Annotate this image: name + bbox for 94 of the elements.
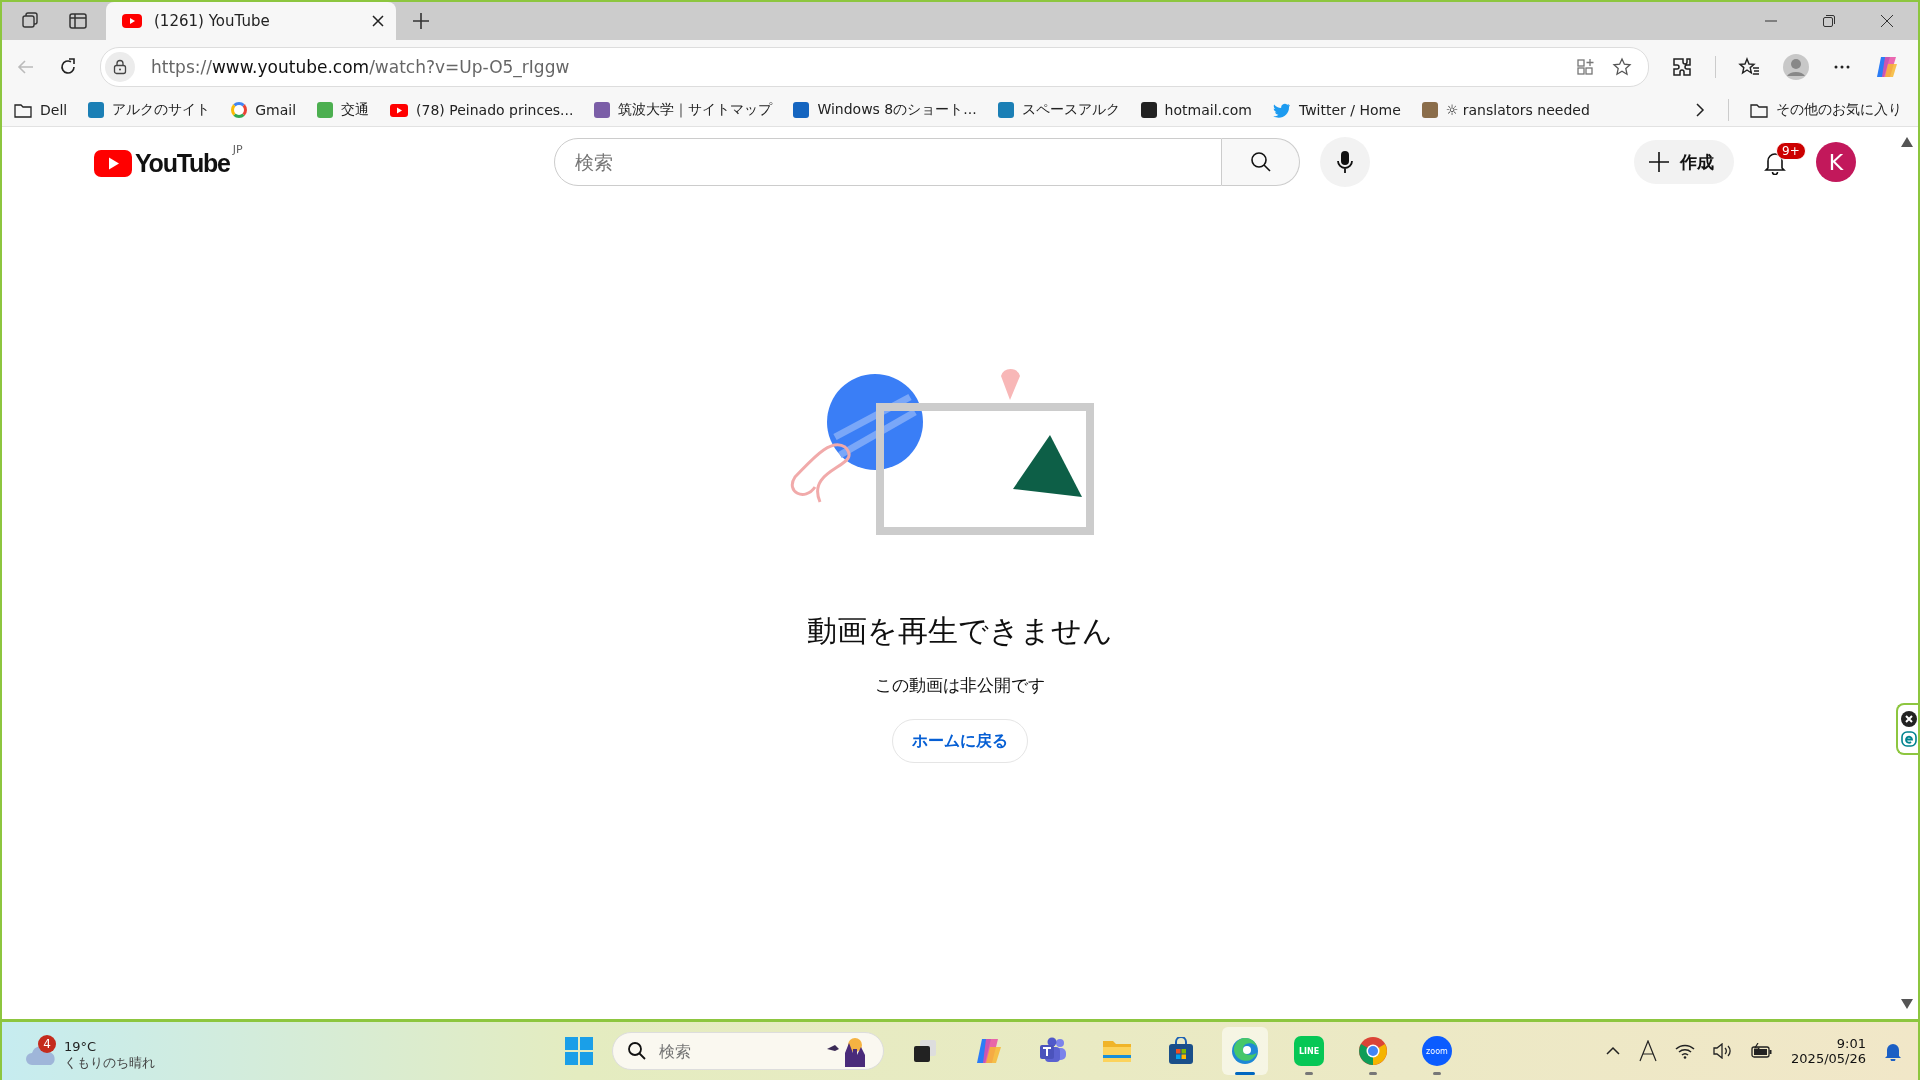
close-tab-icon[interactable] <box>372 15 384 27</box>
video-app-logo: zoom <box>1422 1036 1452 1066</box>
clock[interactable]: 9:01 2025/05/26 <box>1791 1036 1866 1066</box>
copilot-icon[interactable] <box>1874 54 1900 80</box>
logo-text: YouTube <box>135 149 230 178</box>
bookmark-label: hotmail.com <box>1164 102 1252 118</box>
favorite-star-icon[interactable] <box>1612 57 1632 77</box>
search-field[interactable]: 検索 <box>554 138 1222 186</box>
region-code: JP <box>232 143 243 156</box>
close-icon[interactable] <box>1881 15 1893 27</box>
scroll-down-icon[interactable] <box>1901 999 1913 1009</box>
wifi-icon[interactable] <box>1675 1043 1696 1059</box>
bookmark-label: その他のお気に入り <box>1776 101 1902 119</box>
account-avatar[interactable]: K <box>1816 142 1856 182</box>
bookmark-item[interactable]: アルクのサイト <box>88 101 211 119</box>
battery-charging-icon[interactable] <box>1751 1043 1774 1059</box>
refresh-icon[interactable] <box>58 57 78 77</box>
site-favicon-icon <box>1421 102 1438 118</box>
error-title: 動画を再生できません <box>807 612 1113 650</box>
letter-a-icon[interactable] <box>1639 1040 1658 1062</box>
bookmark-item[interactable]: Gmail <box>231 102 297 118</box>
youtube-favicon-icon <box>122 14 142 28</box>
edge-browser-icon <box>1230 1036 1260 1066</box>
tab-title: (1261) YouTube <box>154 12 271 30</box>
site-favicon-icon <box>997 102 1014 118</box>
microphone-icon <box>1336 150 1354 174</box>
bookmark-item[interactable]: 交通 <box>317 101 370 119</box>
weather-alert-badge: 4 <box>38 1035 56 1053</box>
weather-widget[interactable]: 4 19°C くもりのち晴れ <box>24 1030 155 1072</box>
temperature-text: 19°C <box>64 1038 98 1054</box>
close-icon[interactable] <box>1901 711 1917 727</box>
error-message: この動画は非公開です <box>875 674 1045 697</box>
chevron-right-icon[interactable] <box>1693 102 1707 118</box>
profile-avatar-icon[interactable] <box>1782 53 1810 81</box>
copilot-icon <box>974 1037 1004 1065</box>
weather-condition-text: くもりのち晴れ <box>64 1053 155 1072</box>
site-favicon-icon <box>317 102 334 118</box>
bird-icon <box>1272 102 1291 118</box>
bookmark-label: Gmail <box>255 102 297 118</box>
plus-icon <box>1648 151 1670 173</box>
bookmark-label: Dell <box>40 102 68 118</box>
other-favorites-item[interactable]: その他のお気に入り <box>1750 101 1902 119</box>
address-bar[interactable]: https://www.youtube.com/watch?v=Up-O5_rIggw <box>100 47 1649 87</box>
site-favicon-icon <box>1140 102 1157 118</box>
sidebar-tabs-icon[interactable] <box>68 11 88 31</box>
extensions-icon[interactable] <box>1671 56 1693 78</box>
date-text: 2025/05/26 <box>1791 1051 1866 1066</box>
play-button-icon <box>390 103 409 117</box>
new-tab-icon[interactable] <box>412 12 430 30</box>
url-text: https://www.youtube.com/watch?v=Up-O5_rIggw <box>151 57 570 77</box>
create-button[interactable]: 作成 <box>1634 140 1734 184</box>
bookmark-item[interactable]: Twitter / Home <box>1272 102 1401 118</box>
windows-start-icon[interactable] <box>564 1036 594 1066</box>
letter-e-icon[interactable] <box>1901 731 1917 747</box>
site-favicon-icon <box>594 102 611 118</box>
people-icon <box>1038 1037 1068 1065</box>
speaker-icon[interactable] <box>1713 1043 1734 1059</box>
app-add-icon[interactable] <box>1576 57 1596 77</box>
favorites-icon[interactable] <box>1738 56 1760 78</box>
taskbar-search-bar[interactable]: 検索 <box>612 1032 884 1070</box>
browser-tab[interactable]: (1261) YouTube <box>106 2 396 40</box>
site-favicon-icon <box>88 102 105 118</box>
home-button[interactable]: ホームに戻る <box>892 719 1028 763</box>
play-button-icon <box>94 150 132 177</box>
bookmark-item[interactable]: hotmail.com <box>1140 102 1252 118</box>
shopping-bag-icon <box>1167 1037 1195 1065</box>
voice-search-button[interactable] <box>1320 137 1370 187</box>
bookmark-item[interactable]: Dell <box>14 102 68 118</box>
google-g-icon <box>231 102 248 118</box>
workspaces-icon[interactable] <box>20 11 40 31</box>
search-input-field[interactable]: 検索 <box>657 1040 815 1062</box>
bookmark-label: Twitter / Home <box>1298 102 1401 118</box>
chrome-browser-icon <box>1358 1036 1388 1066</box>
folder-icon <box>1102 1038 1132 1064</box>
search-icon <box>627 1041 647 1061</box>
search-icon <box>1248 150 1273 174</box>
folder-icon <box>1750 102 1768 118</box>
bookmark-label: スペースアルク <box>1021 101 1120 119</box>
search-button[interactable] <box>1222 138 1300 186</box>
notification-bell-icon[interactable] <box>1884 1041 1902 1061</box>
extension-side-panel[interactable] <box>1896 703 1918 755</box>
chat-app-logo: LINE <box>1294 1036 1324 1066</box>
site-favicon-icon <box>793 102 810 118</box>
lock-icon[interactable] <box>113 59 127 75</box>
bookmark-label: 交通 <box>341 101 370 119</box>
overlapping-squares-icon <box>911 1037 939 1065</box>
restore-icon[interactable] <box>1823 15 1835 27</box>
time-text: 9:01 <box>1836 1036 1866 1051</box>
bookmark-item[interactable]: スペースアルク <box>997 101 1120 119</box>
folder-icon <box>14 102 32 118</box>
bookmark-label: アルクのサイト <box>112 101 211 119</box>
scroll-up-icon[interactable] <box>1901 137 1913 147</box>
taskbar-app[interactable]: zoom <box>1414 1027 1460 1075</box>
notification-count-badge: 9+ <box>1776 142 1806 160</box>
